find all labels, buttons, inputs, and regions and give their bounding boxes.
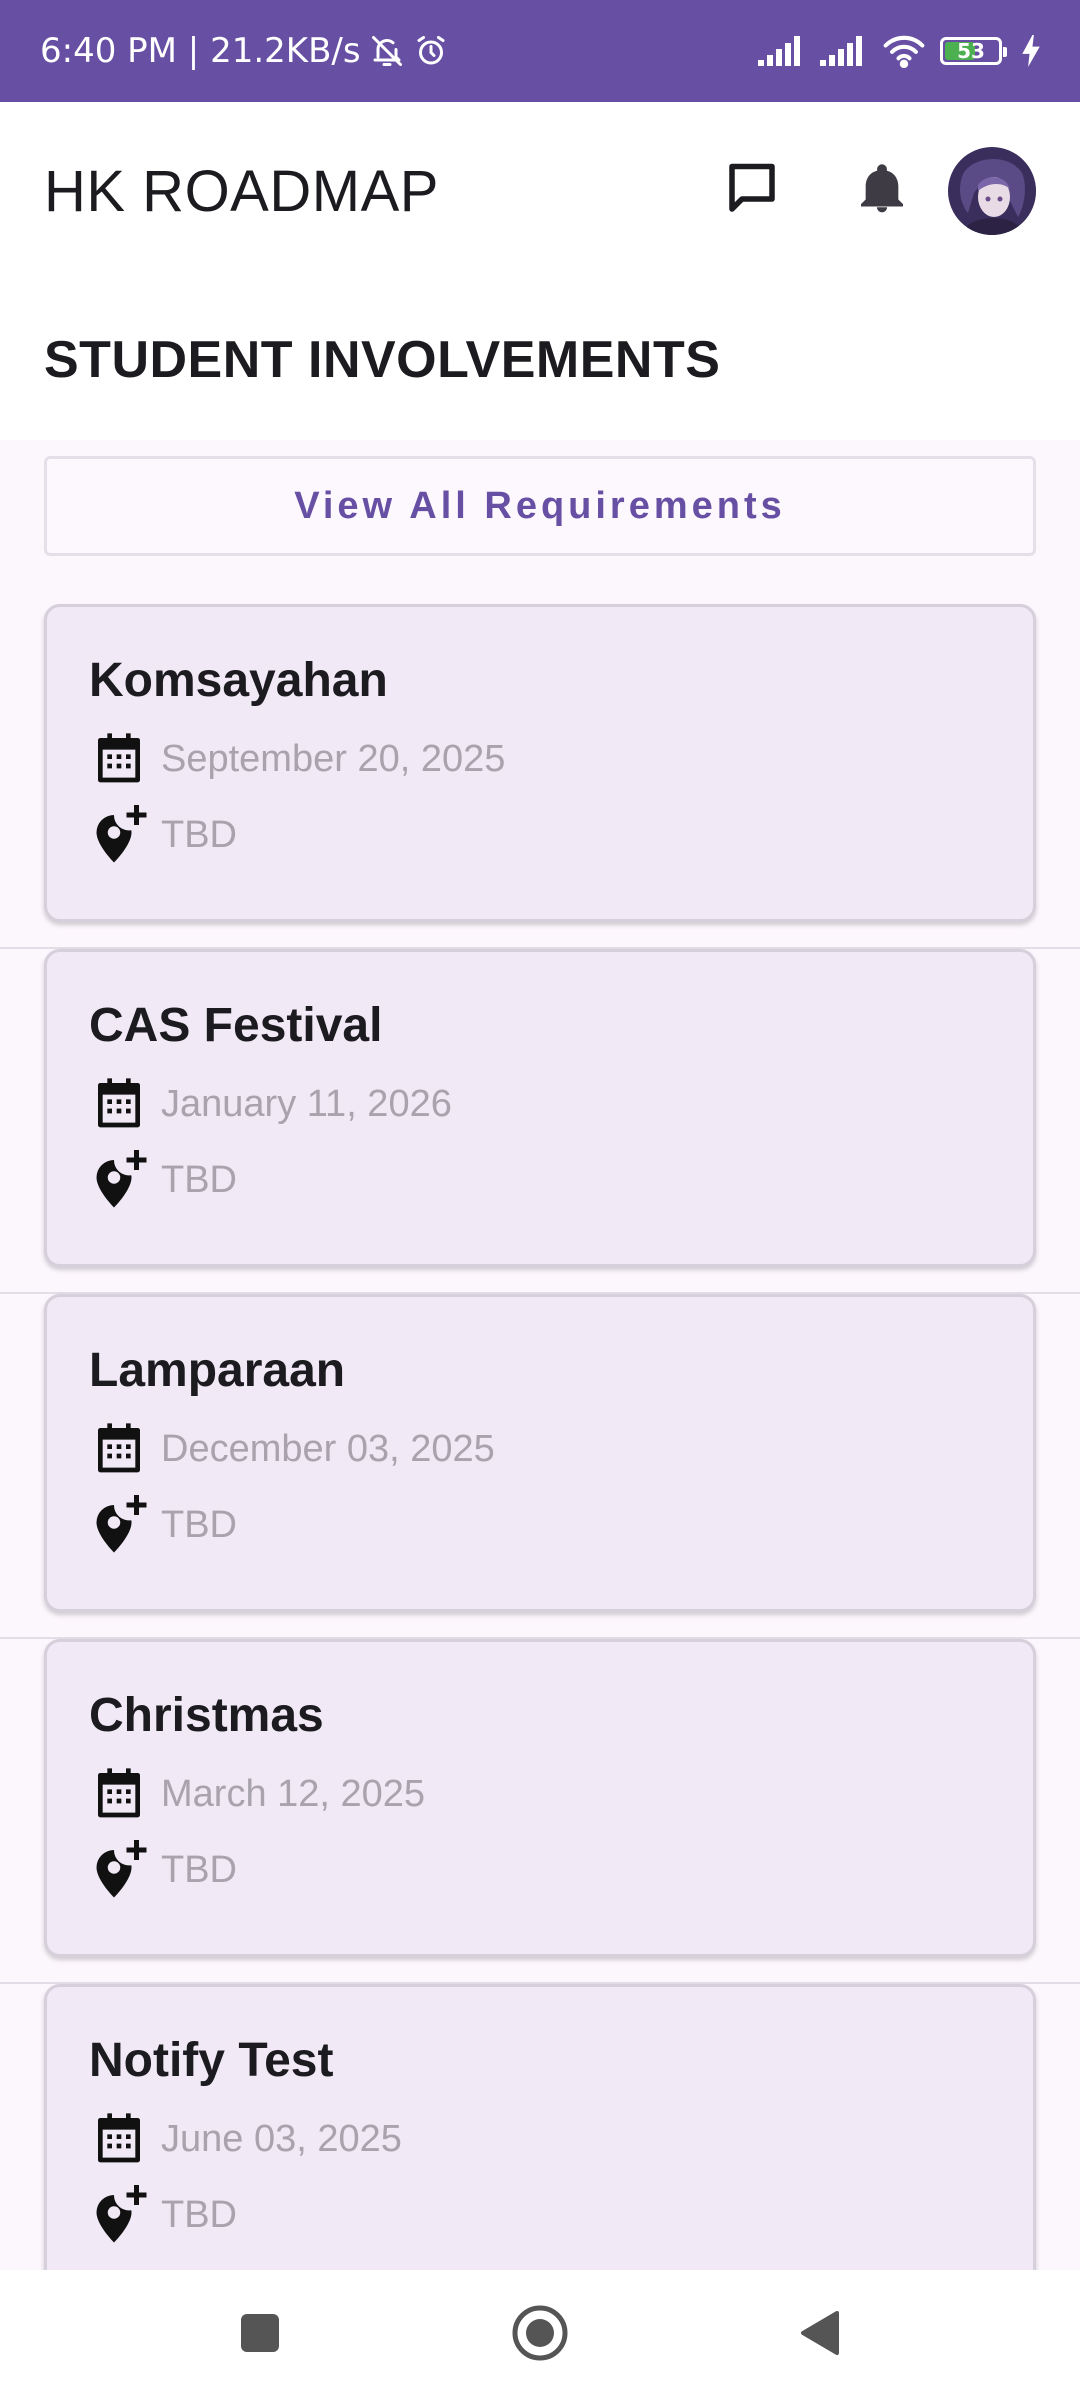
calendar-icon: [87, 1072, 151, 1136]
event-location: TBD: [161, 2193, 237, 2236]
status-right: 53: [758, 34, 1040, 68]
mute-bell-icon: [369, 33, 405, 69]
event-date: December 03, 2025: [161, 1427, 495, 1470]
alarm-icon: [413, 33, 449, 69]
event-location: TBD: [161, 1848, 237, 1891]
home-button[interactable]: [500, 2295, 580, 2375]
involvements-list[interactable]: View All Requirements Komsayahan Septemb…: [0, 440, 1080, 2270]
calendar-icon: [87, 1417, 151, 1481]
list-item: Lamparaan December 03, 2025 TBD: [0, 1294, 1080, 1639]
event-date: September 20, 2025: [161, 737, 506, 780]
event-card[interactable]: Komsayahan September 20, 2025 TBD: [44, 604, 1036, 922]
event-date: June 03, 2025: [161, 2117, 402, 2160]
status-bar: 6:40 PM | 21.2KB/s 53: [0, 0, 1080, 102]
app-title: HK ROADMAP: [44, 158, 439, 224]
event-location-row: TBD: [89, 1150, 991, 1210]
back-triangle-icon: [799, 2310, 841, 2361]
event-date-row: January 11, 2026: [89, 1074, 991, 1134]
calendar-icon: [87, 727, 151, 791]
chat-button[interactable]: [702, 141, 802, 241]
app-bar: HK ROADMAP: [0, 102, 1080, 280]
section-title: STUDENT INVOLVEMENTS: [44, 331, 721, 389]
list-item: Notify Test June 03, 2025 TBD: [0, 1984, 1080, 2270]
notifications-button[interactable]: [832, 141, 932, 241]
event-card[interactable]: Lamparaan December 03, 2025 TBD: [44, 1294, 1036, 1612]
status-left: 6:40 PM | 21.2KB/s: [40, 31, 449, 71]
list-item: Christmas March 12, 2025 TBD: [0, 1639, 1080, 1984]
bell-icon: [854, 161, 910, 222]
event-location-row: TBD: [89, 1495, 991, 1555]
back-button[interactable]: [780, 2295, 860, 2375]
add-location-icon: [87, 2183, 151, 2247]
charging-icon: [1022, 35, 1040, 67]
status-time-speed: 6:40 PM | 21.2KB/s: [40, 31, 361, 71]
event-card[interactable]: Notify Test June 03, 2025 TBD: [44, 1984, 1036, 2270]
add-location-icon: [87, 1838, 151, 1902]
signal-icon: [820, 36, 868, 66]
avatar[interactable]: [948, 147, 1036, 235]
event-date-row: June 03, 2025: [89, 2109, 991, 2169]
event-title: Lamparaan: [89, 1344, 346, 1397]
event-location-row: TBD: [89, 805, 991, 865]
event-card[interactable]: CAS Festival January 11, 2026 TBD: [44, 949, 1036, 1267]
event-card[interactable]: Christmas March 12, 2025 TBD: [44, 1639, 1036, 1957]
event-date-row: September 20, 2025: [89, 729, 991, 789]
event-date-row: December 03, 2025: [89, 1419, 991, 1479]
add-location-icon: [87, 1148, 151, 1212]
event-title: CAS Festival: [89, 999, 383, 1052]
event-date-row: March 12, 2025: [89, 1764, 991, 1824]
chat-icon: [722, 159, 782, 224]
app-actions: [702, 141, 1036, 241]
battery-icon: 53: [940, 37, 1007, 65]
event-date: January 11, 2026: [161, 1082, 452, 1125]
add-location-icon: [87, 803, 151, 867]
avatar-image: [948, 147, 1036, 235]
event-location: TBD: [161, 1158, 237, 1201]
calendar-icon: [87, 2107, 151, 2171]
event-location: TBD: [161, 1503, 237, 1546]
battery-level: 53: [957, 39, 985, 63]
event-location-row: TBD: [89, 2185, 991, 2245]
recents-button[interactable]: [220, 2295, 300, 2375]
list-item: CAS Festival January 11, 2026 TBD: [0, 949, 1080, 1294]
event-location-row: TBD: [89, 1840, 991, 1900]
wifi-icon: [882, 34, 926, 68]
add-location-icon: [87, 1493, 151, 1557]
event-title: Komsayahan: [89, 654, 388, 707]
view-all-requirements-button[interactable]: View All Requirements: [44, 456, 1036, 556]
recents-square-icon: [239, 2312, 281, 2359]
event-date: March 12, 2025: [161, 1772, 426, 1815]
event-title: Notify Test: [89, 2034, 334, 2087]
system-nav-bar: [0, 2270, 1080, 2400]
calendar-icon: [87, 1762, 151, 1826]
home-circle-icon: [511, 2304, 569, 2367]
event-location: TBD: [161, 813, 237, 856]
signal-icon: [758, 36, 806, 66]
list-item: Komsayahan September 20, 2025 TBD: [0, 604, 1080, 949]
event-title: Christmas: [89, 1689, 324, 1742]
